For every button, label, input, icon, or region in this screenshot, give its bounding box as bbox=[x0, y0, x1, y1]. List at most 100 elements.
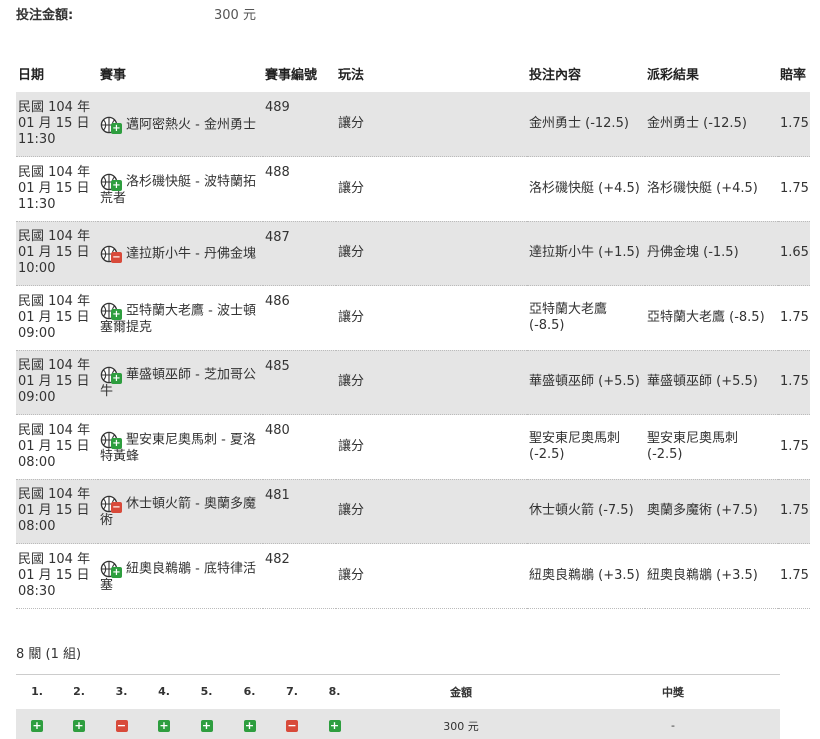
win-plus-icon: + bbox=[111, 437, 122, 449]
cell-date: 民國 104 年 01 月 15 日 10:00 bbox=[16, 221, 98, 286]
header-result: 派彩結果 bbox=[647, 68, 700, 83]
event-teams: 華盛頓巫師 - 芝加哥公牛 bbox=[100, 367, 256, 400]
table-row: 民國 104 年 01 月 15 日 08:00− 休士頓火箭 - 奧蘭多魔術 48… bbox=[16, 479, 810, 544]
summary-leg-2: + bbox=[58, 708, 100, 739]
win-plus-icon: + bbox=[73, 719, 85, 732]
event-teams: 邁阿密熱火 - 金州勇士 bbox=[126, 117, 256, 133]
summary-header-leg-8: 8. bbox=[328, 685, 341, 699]
basketball-icon: + bbox=[100, 431, 122, 449]
cell-event: − 達拉斯小牛 - 丹佛金塊 bbox=[98, 221, 263, 286]
summary-header-row: 1. 2. 3. 4. 5. 6. 7. 8. 金額 中獎 bbox=[16, 675, 780, 709]
cell-bet-content: 休士頓火箭 (-7.5) bbox=[527, 479, 645, 544]
loss-minus-icon: − bbox=[115, 719, 128, 732]
summary-leg-5: + bbox=[185, 708, 228, 739]
cell-bet-content: 金州勇士 (-12.5) bbox=[527, 92, 645, 157]
win-plus-icon: + bbox=[31, 719, 43, 732]
cell-result: 亞特蘭大老鷹 (-8.5) bbox=[645, 285, 778, 351]
cell-bet-content: 亞特蘭大老鷹 (-8.5) bbox=[527, 285, 645, 351]
cell-play-type: 讓分 bbox=[336, 285, 527, 351]
cell-event-no: 481 bbox=[263, 479, 336, 544]
bet-amount-row: 投注金額: 300 元 bbox=[16, 4, 276, 23]
cell-odds: 1.75 bbox=[778, 156, 810, 222]
cell-result: 華盛頓巫師 (+5.5) bbox=[645, 350, 778, 415]
cell-bet-content: 華盛頓巫師 (+5.5) bbox=[527, 350, 645, 415]
event-teams: 達拉斯小牛 - 丹佛金塊 bbox=[126, 246, 256, 262]
table-row: 民國 104 年 01 月 15 日 08:00 + 聖安東尼奧馬刺 - 夏洛特黃蜂… bbox=[16, 414, 810, 480]
win-plus-icon: + bbox=[111, 566, 122, 578]
summary-leg-6: + bbox=[228, 708, 271, 739]
cell-event-no: 487 bbox=[263, 221, 336, 286]
cell-odds: 1.75 bbox=[778, 479, 810, 544]
summary-header-leg-2: 2. bbox=[73, 685, 85, 699]
cell-odds: 1.65 bbox=[778, 221, 810, 286]
basketball-icon: + bbox=[100, 560, 122, 578]
cell-event-no: 482 bbox=[263, 543, 336, 609]
summary-header-leg-1: 1. bbox=[31, 685, 43, 699]
summary-header-amount: 金額 bbox=[450, 685, 472, 699]
cell-date: 民國 104 年 01 月 15 日 11:30 bbox=[16, 156, 98, 222]
cell-event: + 邁阿密熱火 - 金州勇士 bbox=[98, 92, 263, 157]
cell-date: 民國 104 年 01 月 15 日 09:00 bbox=[16, 350, 98, 415]
cell-odds: 1.75 bbox=[778, 350, 810, 415]
header-play-type: 玩法 bbox=[338, 68, 365, 83]
summary-header-win: 中獎 bbox=[662, 685, 684, 699]
event-teams: 洛杉磯快艇 - 波特蘭拓荒者 bbox=[100, 174, 256, 206]
table-row: 民國 104 年 01 月 15 日 09:00 + 亞特蘭大老鷹 - 波士頓塞爾提… bbox=[16, 285, 810, 351]
cell-odds: 1.75 bbox=[778, 543, 810, 609]
summary-win-value: - bbox=[566, 708, 780, 739]
event-teams: 休士頓火箭 - 奧蘭多魔術 bbox=[100, 496, 256, 529]
basketball-icon: + bbox=[100, 302, 122, 320]
summary-leg-1: + bbox=[16, 708, 58, 739]
cell-event-no: 485 bbox=[263, 350, 336, 415]
cell-result: 聖安東尼奧馬刺 (-2.5) bbox=[645, 414, 778, 480]
bet-amount-label: 投注金額: bbox=[16, 8, 74, 23]
cell-event: + 聖安東尼奧馬刺 - 夏洛特黃蜂 bbox=[98, 414, 263, 480]
win-plus-icon: + bbox=[328, 719, 341, 732]
loss-minus-icon: − bbox=[286, 719, 298, 732]
loss-minus-icon: − bbox=[111, 502, 122, 514]
win-plus-icon: + bbox=[243, 719, 256, 732]
header-date: 日期 bbox=[18, 68, 45, 83]
summary-leg-7: − bbox=[271, 708, 313, 739]
cell-event-no: 480 bbox=[263, 414, 336, 480]
win-plus-icon: + bbox=[111, 123, 122, 134]
cell-play-type: 讓分 bbox=[336, 543, 527, 609]
cell-play-type: 讓分 bbox=[336, 350, 527, 415]
summary-amount-value: 300 元 bbox=[356, 708, 566, 739]
cell-event: + 華盛頓巫師 - 芝加哥公牛 bbox=[98, 350, 263, 415]
cell-event: − 休士頓火箭 - 奧蘭多魔術 bbox=[98, 479, 263, 544]
cell-bet-content: 聖安東尼奧馬刺 (-2.5) bbox=[527, 414, 645, 480]
parlay-info: 8 關 (1 組) bbox=[16, 647, 82, 662]
loss-minus-icon: − bbox=[111, 252, 122, 264]
summary-header-leg-6: 6. bbox=[243, 685, 256, 699]
basketball-icon: + bbox=[100, 366, 122, 385]
cell-event: + 洛杉磯快艇 - 波特蘭拓荒者 bbox=[98, 156, 263, 222]
cell-bet-content: 達拉斯小牛 (+1.5) bbox=[527, 221, 645, 286]
header-event-no: 賽事編號 bbox=[265, 68, 318, 83]
bet-detail-table: 日期 賽事 賽事編號 玩法 投注內容 派彩結果 賠率 民國 104 年 01 月… bbox=[16, 52, 810, 609]
cell-play-type: 讓分 bbox=[336, 221, 527, 286]
basketball-icon: − bbox=[100, 245, 122, 264]
basketball-icon: + bbox=[100, 173, 122, 191]
event-teams: 紐奧良鵜鶘 - 底特律活塞 bbox=[100, 561, 256, 593]
cell-event-no: 488 bbox=[263, 156, 336, 222]
table-row: 民國 104 年 01 月 15 日 08:30 + 紐奧良鵜鶘 - 底特律活塞 48… bbox=[16, 543, 810, 609]
cell-date: 民國 104 年 01 月 15 日 08:30 bbox=[16, 543, 98, 609]
cell-event: + 亞特蘭大老鷹 - 波士頓塞爾提克 bbox=[98, 285, 263, 351]
win-plus-icon: + bbox=[111, 373, 122, 385]
table-header-row: 日期 賽事 賽事編號 玩法 投注內容 派彩結果 賠率 bbox=[16, 52, 810, 92]
cell-event-no: 486 bbox=[263, 285, 336, 351]
cell-result: 奧蘭多魔術 (+7.5) bbox=[645, 479, 778, 544]
summary-header-leg-3: 3. bbox=[115, 685, 128, 699]
cell-event-no: 489 bbox=[263, 92, 336, 157]
basketball-icon: + bbox=[100, 116, 122, 134]
summary-leg-8: + bbox=[313, 708, 356, 739]
summary-header-leg-5: 5. bbox=[200, 685, 213, 699]
summary-header-leg-4: 4. bbox=[158, 685, 170, 699]
bet-amount-value: 300 元 bbox=[214, 8, 256, 23]
summary-table: 1. 2. 3. 4. 5. 6. 7. 8. 金額 中獎 + + − + + + − +300 元- bbox=[16, 674, 780, 739]
cell-result: 洛杉磯快艇 (+4.5) bbox=[645, 156, 778, 222]
cell-play-type: 讓分 bbox=[336, 414, 527, 480]
win-plus-icon: + bbox=[158, 719, 170, 732]
cell-date: 民國 104 年 01 月 15 日 11:30 bbox=[16, 92, 98, 157]
